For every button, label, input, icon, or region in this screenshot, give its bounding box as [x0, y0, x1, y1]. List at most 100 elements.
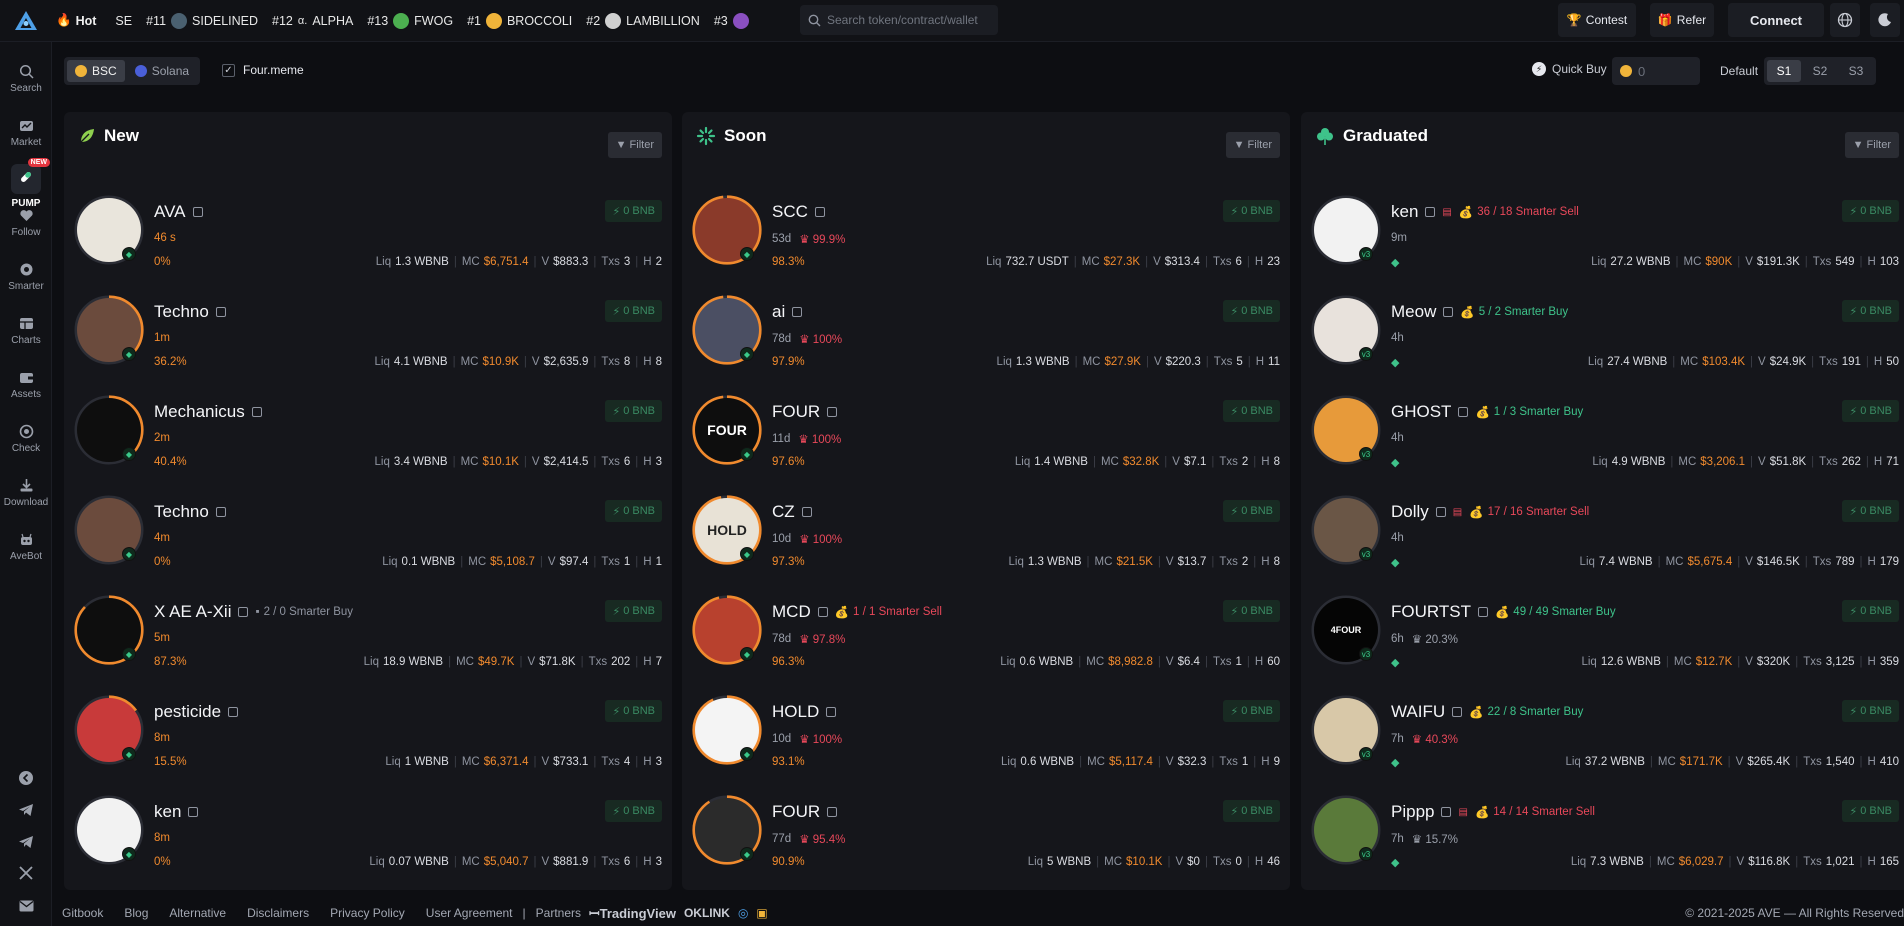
x-twitter-link[interactable]: [0, 866, 52, 880]
token-row[interactable]: v3 ken ▤ 💰 36 / 18 Smarter Sell 9m ◆ ⚡ 0 BNB Liq 2…: [1301, 190, 1904, 290]
quick-buy-input[interactable]: 0: [1612, 57, 1700, 85]
copy-icon[interactable]: [1435, 507, 1446, 517]
token-row[interactable]: v3 WAIFU 💰 22 / 8 Smarter Buy 7h ♛ 40.3% ◆ ⚡ 0 B…: [1301, 690, 1904, 790]
quick-buy-button[interactable]: ⚡ 0 BNB: [1223, 800, 1280, 822]
token-name[interactable]: MCD: [772, 602, 811, 622]
token-avatar[interactable]: ◆: [74, 695, 144, 765]
copy-icon[interactable]: [826, 707, 837, 717]
token-row[interactable]: ◆ ken 8m 0% ⚡ 0 BNB Liq 0.07 WBNB | MC $5,040.7 | V $…: [64, 790, 672, 890]
token-avatar[interactable]: v3: [1311, 695, 1381, 765]
quick-buy-button[interactable]: ⚡ 0 BNB: [1223, 200, 1280, 222]
copy-icon[interactable]: [827, 807, 838, 817]
token-avatar[interactable]: v3: [1311, 495, 1381, 565]
preset-s3-button[interactable]: S3: [1839, 60, 1873, 82]
sidebar-item-pump[interactable]: NEW PUMP: [0, 158, 52, 209]
email-link[interactable]: [0, 900, 52, 912]
token-name[interactable]: Dolly: [1391, 502, 1429, 522]
token-row[interactable]: ◆ X AE A-Xii ▪ 2 / 0 Smarter Buy 5m 87.3% ⚡ 0 B…: [64, 590, 672, 690]
copy-icon[interactable]: [251, 407, 262, 417]
footer-link-blog[interactable]: Blog: [124, 906, 148, 920]
token-row[interactable]: ◆ ai 78d ♛ 100% 97.9% ⚡ 0 BNB Liq 1.3 WBNB | MC $27…: [682, 290, 1290, 390]
tradingview-logo[interactable]: ꟷTradingView: [589, 904, 676, 922]
token-name[interactable]: FOUR: [772, 802, 820, 822]
quick-buy-button[interactable]: ⚡ 0 BNB: [1842, 300, 1899, 322]
quick-buy-button[interactable]: ⚡ 0 BNB: [1842, 200, 1899, 222]
language-button[interactable]: [1830, 3, 1860, 37]
sidebar-item-download[interactable]: Download: [0, 478, 52, 508]
copy-icon[interactable]: [1458, 407, 1469, 417]
quick-buy-button[interactable]: ⚡ 0 BNB: [605, 300, 662, 322]
copy-icon[interactable]: [817, 607, 828, 617]
token-row[interactable]: FOUR ◆ FOUR 11d ♛ 100% 97.6% ⚡ 0 BNB Liq 1.4 WBNB…: [682, 390, 1290, 490]
copy-icon[interactable]: [188, 807, 199, 817]
quick-buy-button[interactable]: ⚡ 0 BNB: [1223, 700, 1280, 722]
token-row[interactable]: ◆ AVA 46 s 0% ⚡ 0 BNB Liq 1.3 WBNB | MC $6,751.4 | V…: [64, 190, 672, 290]
ticker-item[interactable]: #12 α. ALPHA: [272, 14, 353, 28]
token-avatar[interactable]: ◆: [692, 795, 762, 865]
telegram-channel-link[interactable]: [0, 834, 52, 850]
copy-icon[interactable]: [1443, 307, 1454, 317]
sidebar-item-follow[interactable]: Follow: [0, 208, 52, 238]
token-row[interactable]: ◆ MCD 💰 1 / 1 Smarter Sell 78d ♛ 97.8% 96.3% ⚡ 0…: [682, 590, 1290, 690]
token-name[interactable]: SCC: [772, 202, 808, 222]
quick-buy-button[interactable]: ⚡ 0 BNB: [605, 600, 662, 622]
footer-link-alternative[interactable]: Alternative: [169, 906, 226, 920]
chain-bsc-button[interactable]: BSC: [67, 60, 125, 82]
partner-swirl-icon[interactable]: ◎: [738, 906, 748, 920]
telegram-link[interactable]: [0, 802, 52, 818]
quick-buy-button[interactable]: ⚡ 0 BNB: [1842, 500, 1899, 522]
quick-buy-button[interactable]: ⚡ 0 BNB: [605, 400, 662, 422]
token-avatar[interactable]: ◆: [692, 195, 762, 265]
token-row[interactable]: v3 Meow 💰 5 / 2 Smarter Buy 4h ◆ ⚡ 0 BNB Liq 27.4…: [1301, 290, 1904, 390]
token-name[interactable]: ai: [772, 302, 785, 322]
token-name[interactable]: FOUR: [772, 402, 820, 422]
quick-buy-button[interactable]: ⚡ 0 BNB: [1842, 800, 1899, 822]
ave-logo[interactable]: [0, 0, 52, 42]
quick-buy-button[interactable]: ⚡ 0 BNB: [605, 800, 662, 822]
ticker-item[interactable]: #13 FWOG: [367, 12, 453, 29]
quick-buy-button[interactable]: ⚡ 0 BNB: [605, 200, 662, 222]
chain-solana-button[interactable]: Solana: [127, 60, 197, 82]
token-row[interactable]: v3 Pippp ▤ 💰 14 / 14 Smarter Sell 7h ♛ 15.7% ◆ ⚡…: [1301, 790, 1904, 890]
footer-link-disclaimers[interactable]: Disclaimers: [247, 906, 309, 920]
token-avatar[interactable]: ◆: [74, 195, 144, 265]
token-avatar[interactable]: ◆: [74, 495, 144, 565]
copy-icon[interactable]: [215, 507, 226, 517]
ticker-item[interactable]: #11 SIDELINED: [146, 12, 258, 29]
token-name[interactable]: Pippp: [1391, 802, 1434, 822]
token-name[interactable]: X AE A-Xii: [154, 602, 231, 622]
filter-button[interactable]: ▼ Filter: [1844, 132, 1899, 158]
token-name[interactable]: GHOST: [1391, 402, 1451, 422]
token-row[interactable]: 4FOUR v3 FOURTST 💰 49 / 49 Smarter Buy 6h ♛ 20…: [1301, 590, 1904, 690]
token-row[interactable]: ◆ Techno 1m 36.2% ⚡ 0 BNB Liq 4.1 WBNB | MC $10.9K…: [64, 290, 672, 390]
ticker-item[interactable]: #3: [714, 12, 749, 29]
token-row[interactable]: HOLD ◆ CZ 10d ♛ 100% 97.3% ⚡ 0 BNB Liq 1.3 WBNB | M…: [682, 490, 1290, 590]
token-row[interactable]: ◆ pesticide 8m 15.5% ⚡ 0 BNB Liq 1 WBNB | MC $6,37…: [64, 690, 672, 790]
copy-icon[interactable]: [192, 207, 203, 217]
sidebar-item-check[interactable]: Check: [0, 424, 52, 454]
refer-button[interactable]: 🎁 Refer: [1650, 3, 1714, 37]
token-row[interactable]: ◆ FOUR 77d ♛ 95.4% 90.9% ⚡ 0 BNB Liq 5 WBNB | MC $1…: [682, 790, 1290, 890]
token-name[interactable]: pesticide: [154, 702, 221, 722]
four-meme-filter[interactable]: ✓ Four.meme: [222, 63, 304, 77]
token-avatar[interactable]: HOLD ◆: [692, 495, 762, 565]
copy-icon[interactable]: [238, 607, 249, 617]
token-avatar[interactable]: ◆: [74, 295, 144, 365]
token-avatar[interactable]: v3: [1311, 195, 1381, 265]
quick-buy-button[interactable]: ⚡ 0 BNB: [1223, 500, 1280, 522]
footer-link-privacy[interactable]: Privacy Policy: [330, 906, 405, 920]
quick-buy-button[interactable]: ⚡ 0 BNB: [1223, 400, 1280, 422]
preset-s2-button[interactable]: S2: [1803, 60, 1837, 82]
partner-sun-icon[interactable]: ▣: [756, 906, 767, 920]
quick-buy-button[interactable]: ⚡ 0 BNB: [1842, 400, 1899, 422]
copy-icon[interactable]: [1477, 607, 1488, 617]
token-name[interactable]: ken: [154, 802, 181, 822]
token-row[interactable]: ◆ Techno 4m 0% ⚡ 0 BNB Liq 0.1 WBNB | MC $5,108.7 |…: [64, 490, 672, 590]
copy-icon[interactable]: [228, 707, 239, 717]
ticker-item[interactable]: #2 LAMBILLION: [586, 12, 700, 29]
token-row[interactable]: v3 GHOST 💰 1 / 3 Smarter Buy 4h ◆ ⚡ 0 BNB Liq 4.9…: [1301, 390, 1904, 490]
quick-buy-button[interactable]: ⚡ 0 BNB: [1842, 600, 1899, 622]
sidebar-item-assets[interactable]: Assets: [0, 370, 52, 400]
checkbox-checked-icon[interactable]: ✓: [222, 63, 235, 77]
copy-icon[interactable]: [1452, 707, 1463, 717]
